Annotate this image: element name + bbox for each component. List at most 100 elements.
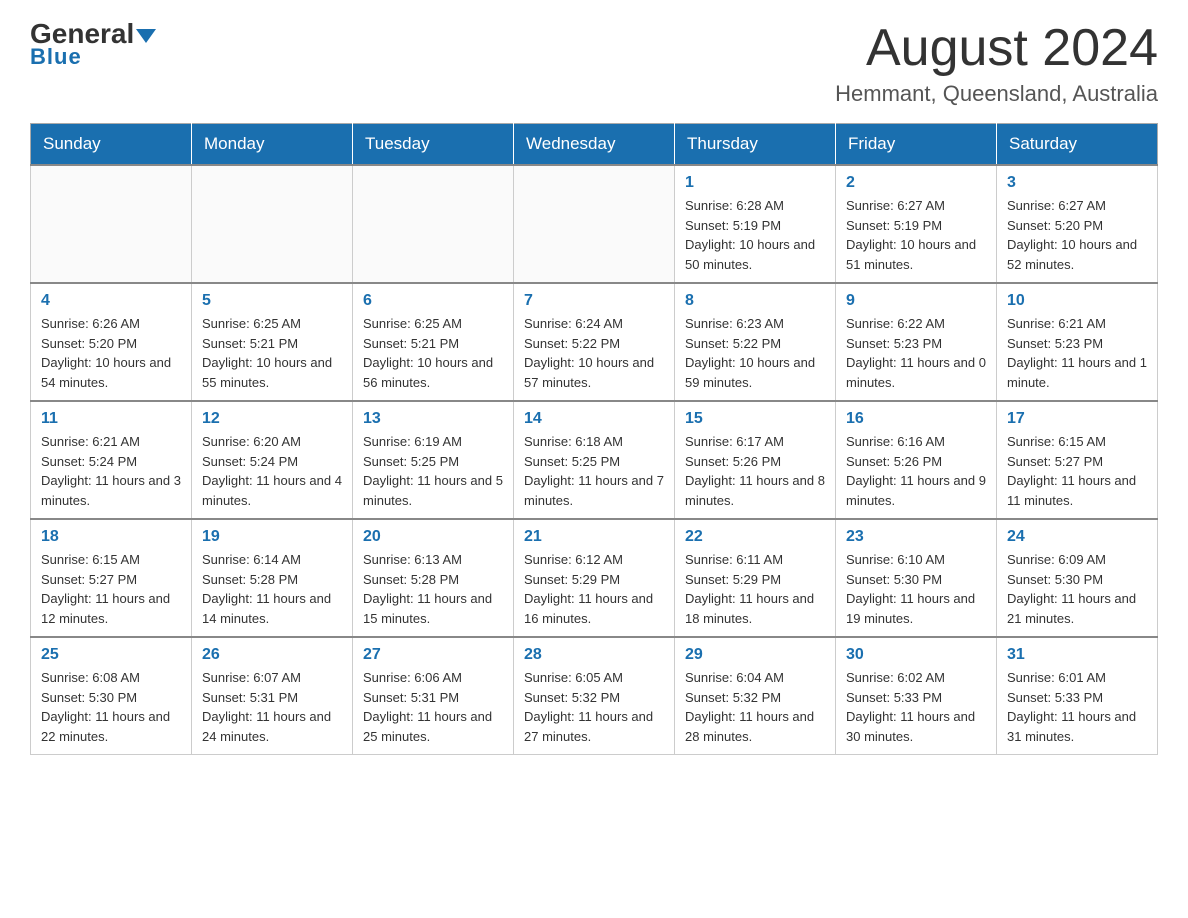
calendar-cell: 21 Sunrise: 6:12 AMSunset: 5:29 PMDayligh…: [514, 519, 675, 637]
day-info: Sunrise: 6:06 AMSunset: 5:31 PMDaylight:…: [363, 668, 503, 746]
calendar-header-thursday: Thursday: [675, 124, 836, 166]
calendar-week-row: 11 Sunrise: 6:21 AMSunset: 5:24 PMDayligh…: [31, 401, 1158, 519]
day-number: 6: [363, 292, 503, 310]
day-number: 24: [1007, 528, 1147, 546]
day-number: 13: [363, 410, 503, 428]
day-number: 2: [846, 174, 986, 192]
calendar-cell: 24Sunrise: 6:09 AMSunset: 5:30 PMDayligh…: [997, 519, 1158, 637]
calendar-week-row: 25 Sunrise: 6:08 AMSunset: 5:30 PMDayligh…: [31, 637, 1158, 755]
day-number: 12: [202, 410, 342, 428]
calendar-cell: 3 Sunrise: 6:27 AMSunset: 5:20 PMDaylight…: [997, 165, 1158, 283]
logo-blue: Blue: [30, 44, 82, 70]
day-number: 29: [685, 646, 825, 664]
day-number: 22: [685, 528, 825, 546]
calendar-cell: [192, 165, 353, 283]
calendar-cell: 11 Sunrise: 6:21 AMSunset: 5:24 PMDayligh…: [31, 401, 192, 519]
day-number: 18: [41, 528, 181, 546]
day-number: 30: [846, 646, 986, 664]
day-number: 25: [41, 646, 181, 664]
location: Hemmant, Queensland, Australia: [835, 81, 1158, 107]
day-number: 16: [846, 410, 986, 428]
calendar-header-tuesday: Tuesday: [353, 124, 514, 166]
day-info: Sunrise: 6:07 AMSunset: 5:31 PMDaylight:…: [202, 668, 342, 746]
day-info: Sunrise: 6:08 AMSunset: 5:30 PMDaylight:…: [41, 668, 181, 746]
day-info: Sunrise: 6:17 AMSunset: 5:26 PMDaylight:…: [685, 432, 825, 510]
day-info: Sunrise: 6:04 AMSunset: 5:32 PMDaylight:…: [685, 668, 825, 746]
calendar-cell: [514, 165, 675, 283]
calendar-cell: 13 Sunrise: 6:19 AMSunset: 5:25 PMDayligh…: [353, 401, 514, 519]
day-number: 3: [1007, 174, 1147, 192]
day-number: 1: [685, 174, 825, 192]
calendar-header-saturday: Saturday: [997, 124, 1158, 166]
calendar-cell: 26 Sunrise: 6:07 AMSunset: 5:31 PMDayligh…: [192, 637, 353, 755]
day-number: 27: [363, 646, 503, 664]
calendar-header-sunday: Sunday: [31, 124, 192, 166]
calendar-cell: 25 Sunrise: 6:08 AMSunset: 5:30 PMDayligh…: [31, 637, 192, 755]
calendar-cell: 19Sunrise: 6:14 AMSunset: 5:28 PMDayligh…: [192, 519, 353, 637]
month-title: August 2024: [835, 20, 1158, 77]
day-info: Sunrise: 6:27 AMSunset: 5:19 PMDaylight:…: [846, 196, 986, 274]
day-number: 4: [41, 292, 181, 310]
day-number: 17: [1007, 410, 1147, 428]
day-number: 15: [685, 410, 825, 428]
day-info: Sunrise: 6:18 AMSunset: 5:25 PMDaylight:…: [524, 432, 664, 510]
day-number: 19: [202, 528, 342, 546]
calendar-cell: 2 Sunrise: 6:27 AMSunset: 5:19 PMDaylight…: [836, 165, 997, 283]
day-number: 28: [524, 646, 664, 664]
calendar-cell: 5Sunrise: 6:25 AMSunset: 5:21 PMDaylight…: [192, 283, 353, 401]
calendar-cell: 10 Sunrise: 6:21 AMSunset: 5:23 PMDayligh…: [997, 283, 1158, 401]
day-info: Sunrise: 6:27 AMSunset: 5:20 PMDaylight:…: [1007, 196, 1147, 274]
day-info: Sunrise: 6:25 AMSunset: 5:21 PMDaylight:…: [202, 314, 342, 392]
day-info: Sunrise: 6:24 AMSunset: 5:22 PMDaylight:…: [524, 314, 664, 392]
header-right: August 2024 Hemmant, Queensland, Austral…: [835, 20, 1158, 107]
day-info: Sunrise: 6:12 AMSunset: 5:29 PMDaylight:…: [524, 550, 664, 628]
calendar-cell: 30Sunrise: 6:02 AMSunset: 5:33 PMDayligh…: [836, 637, 997, 755]
day-number: 26: [202, 646, 342, 664]
calendar-table: SundayMondayTuesdayWednesdayThursdayFrid…: [30, 123, 1158, 755]
day-number: 9: [846, 292, 986, 310]
day-number: 10: [1007, 292, 1147, 310]
calendar-cell: 15 Sunrise: 6:17 AMSunset: 5:26 PMDayligh…: [675, 401, 836, 519]
logo-triangle-icon: [136, 29, 156, 43]
calendar-week-row: 1 Sunrise: 6:28 AMSunset: 5:19 PMDaylight…: [31, 165, 1158, 283]
day-number: 8: [685, 292, 825, 310]
calendar-cell: 22 Sunrise: 6:11 AMSunset: 5:29 PMDayligh…: [675, 519, 836, 637]
day-info: Sunrise: 6:15 AMSunset: 5:27 PMDaylight:…: [41, 550, 181, 628]
calendar-cell: [31, 165, 192, 283]
calendar-header-row: SundayMondayTuesdayWednesdayThursdayFrid…: [31, 124, 1158, 166]
day-number: 20: [363, 528, 503, 546]
calendar-header-wednesday: Wednesday: [514, 124, 675, 166]
day-info: Sunrise: 6:11 AMSunset: 5:29 PMDaylight:…: [685, 550, 825, 628]
calendar-cell: 6 Sunrise: 6:25 AMSunset: 5:21 PMDaylight…: [353, 283, 514, 401]
calendar-cell: 23Sunrise: 6:10 AMSunset: 5:30 PMDayligh…: [836, 519, 997, 637]
day-info: Sunrise: 6:23 AMSunset: 5:22 PMDaylight:…: [685, 314, 825, 392]
calendar-cell: 28Sunrise: 6:05 AMSunset: 5:32 PMDayligh…: [514, 637, 675, 755]
day-info: Sunrise: 6:20 AMSunset: 5:24 PMDaylight:…: [202, 432, 342, 510]
day-info: Sunrise: 6:25 AMSunset: 5:21 PMDaylight:…: [363, 314, 503, 392]
day-info: Sunrise: 6:21 AMSunset: 5:24 PMDaylight:…: [41, 432, 181, 510]
day-info: Sunrise: 6:13 AMSunset: 5:28 PMDaylight:…: [363, 550, 503, 628]
calendar-cell: 20 Sunrise: 6:13 AMSunset: 5:28 PMDayligh…: [353, 519, 514, 637]
day-number: 31: [1007, 646, 1147, 664]
calendar-cell: 31 Sunrise: 6:01 AMSunset: 5:33 PMDayligh…: [997, 637, 1158, 755]
day-info: Sunrise: 6:01 AMSunset: 5:33 PMDaylight:…: [1007, 668, 1147, 746]
calendar-cell: 27 Sunrise: 6:06 AMSunset: 5:31 PMDayligh…: [353, 637, 514, 755]
calendar-cell: 16Sunrise: 6:16 AMSunset: 5:26 PMDayligh…: [836, 401, 997, 519]
day-info: Sunrise: 6:15 AMSunset: 5:27 PMDaylight:…: [1007, 432, 1147, 510]
calendar-cell: 7 Sunrise: 6:24 AMSunset: 5:22 PMDaylight…: [514, 283, 675, 401]
day-info: Sunrise: 6:22 AMSunset: 5:23 PMDaylight:…: [846, 314, 986, 392]
calendar-cell: 1 Sunrise: 6:28 AMSunset: 5:19 PMDaylight…: [675, 165, 836, 283]
day-number: 11: [41, 410, 181, 428]
day-number: 7: [524, 292, 664, 310]
day-number: 14: [524, 410, 664, 428]
day-info: Sunrise: 6:28 AMSunset: 5:19 PMDaylight:…: [685, 196, 825, 274]
day-info: Sunrise: 6:10 AMSunset: 5:30 PMDaylight:…: [846, 550, 986, 628]
day-info: Sunrise: 6:21 AMSunset: 5:23 PMDaylight:…: [1007, 314, 1147, 392]
calendar-cell: 29 Sunrise: 6:04 AMSunset: 5:32 PMDayligh…: [675, 637, 836, 755]
day-info: Sunrise: 6:19 AMSunset: 5:25 PMDaylight:…: [363, 432, 503, 510]
day-info: Sunrise: 6:26 AMSunset: 5:20 PMDaylight:…: [41, 314, 181, 392]
day-number: 21: [524, 528, 664, 546]
calendar-cell: 14 Sunrise: 6:18 AMSunset: 5:25 PMDayligh…: [514, 401, 675, 519]
calendar-week-row: 4 Sunrise: 6:26 AMSunset: 5:20 PMDaylight…: [31, 283, 1158, 401]
calendar-cell: [353, 165, 514, 283]
